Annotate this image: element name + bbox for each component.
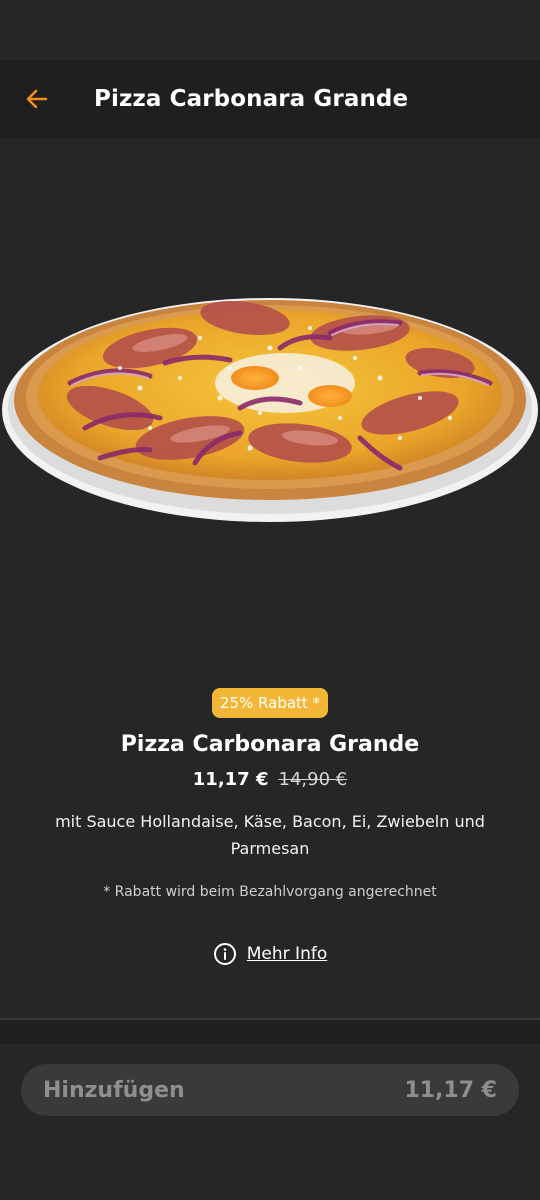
pizza-image [0, 138, 540, 658]
product-info: 25% Rabatt * Pizza Carbonara Grande 11,1… [0, 688, 540, 966]
price-row: 11,17 € 14,90 € [193, 769, 347, 790]
app-header: Pizza Carbonara Grande [0, 60, 540, 138]
add-button-price: 11,17 € [404, 1077, 497, 1103]
current-price: 11,17 € [192, 769, 269, 790]
page-title: Pizza Carbonara Grande [94, 86, 409, 112]
back-button[interactable] [0, 60, 74, 138]
product-description: mit Sauce Hollandaise, Käse, Bacon, Ei, … [55, 812, 485, 858]
discount-badge: 25% Rabatt * [211, 688, 329, 718]
add-to-cart-area: Hinzufügen 11,17 € [0, 1044, 540, 1200]
add-button-label: Hinzufügen [43, 1077, 185, 1103]
discount-footnote: * Rabatt wird beim Bezahlvorgang angerec… [103, 884, 437, 900]
original-price: 14,90 € [278, 769, 348, 790]
product-title: Pizza Carbonara Grande [120, 732, 420, 757]
more-info-link[interactable]: Mehr Info [213, 942, 327, 966]
info-circle-icon [213, 943, 236, 965]
bottom-bar [0, 1020, 540, 1044]
arrow-left-icon [26, 89, 48, 109]
more-info-label: Mehr Info [246, 944, 328, 964]
add-to-cart-button[interactable]: Hinzufügen 11,17 € [21, 1064, 519, 1116]
status-bar [0, 0, 540, 60]
